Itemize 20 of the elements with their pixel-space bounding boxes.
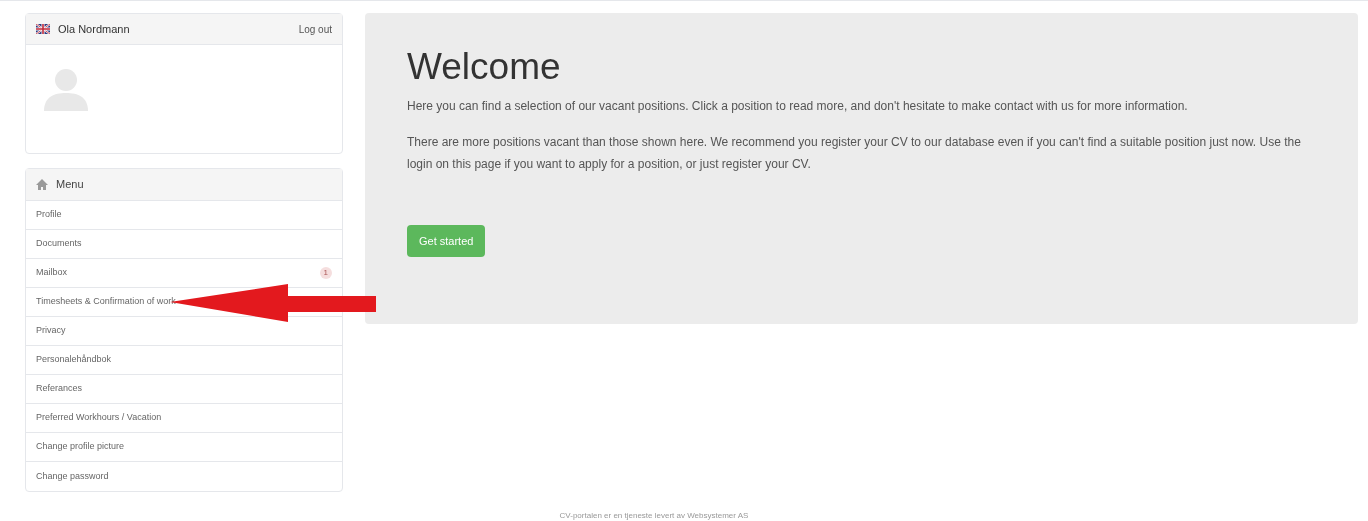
user-name: Ola Nordmann (58, 21, 130, 37)
menu-item[interactable]: Change profile picture (36, 440, 125, 454)
menu-item[interactable]: Profile (36, 208, 62, 222)
intro-paragraph: Here you can find a selection of our vacant positions. Click a position to read more, and don't hesitate to make contact with us for more information. (407, 98, 1189, 115)
welcome-heading: Welcome (407, 45, 562, 89)
menu-item[interactable]: Personalehåndbok (36, 353, 112, 367)
logout-link[interactable]: Log out (298, 21, 332, 37)
menu-item[interactable]: Documents (36, 237, 82, 251)
menu-item[interactable]: Timesheets & Confirmation of work (36, 295, 176, 309)
count-badge: 1 (319, 267, 332, 279)
menu-item[interactable]: Mailbox (36, 266, 67, 280)
intro-paragraph: There are more positions vacant than those shown here. We recommend you register your CV to our database even if you can't find a suitable position just now. Use the login on this page if you want to apply for a position, or just register your CV. (407, 134, 1302, 173)
menu-title: Menu (56, 177, 84, 193)
menu-item[interactable]: Preferred Workhours / Vacation (36, 411, 162, 425)
menu-item[interactable]: Referances (36, 382, 83, 396)
home-icon (36, 179, 48, 190)
footer-text: CV-portalen er en tjeneste levert av Websystemer AS (559, 511, 750, 521)
menu-item[interactable]: Change password (36, 469, 109, 484)
menu-item[interactable]: Privacy (36, 324, 66, 338)
flag-icon (36, 24, 50, 34)
